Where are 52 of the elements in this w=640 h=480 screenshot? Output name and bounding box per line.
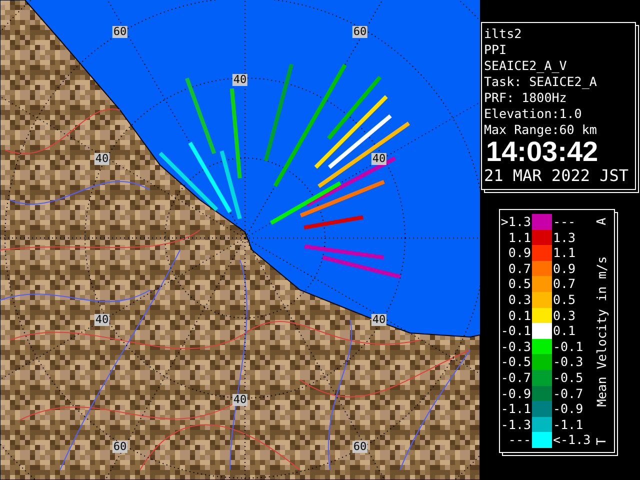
time-text: 14:03:42 xyxy=(486,138,600,166)
range-label: 60 xyxy=(112,441,128,453)
legend-value: -0.7 xyxy=(500,370,532,386)
legend-value: -0.9 xyxy=(552,401,584,417)
legend-mark: T xyxy=(594,437,608,445)
info-line: SEAICE2_A_V xyxy=(484,58,568,74)
legend-value: -0.3 xyxy=(500,338,532,354)
legend-value: -0.1 xyxy=(500,323,532,339)
legend-value: -0.9 xyxy=(500,386,532,402)
range-label: 40 xyxy=(371,153,387,165)
legend-value: 0.7 xyxy=(552,276,577,292)
range-label: 60 xyxy=(352,441,368,453)
legend-value: 1.1 xyxy=(552,245,577,261)
legend-value: 0.1 xyxy=(552,323,577,339)
info-line: ilts2 xyxy=(484,26,523,42)
legend-value: -0.7 xyxy=(552,386,584,402)
legend-value: 0.5 xyxy=(507,276,532,292)
range-label: 40 xyxy=(94,153,110,165)
info-line: Task: SEAICE2_A xyxy=(484,74,598,90)
range-label: 40 xyxy=(94,314,110,326)
legend-value: 1.1 xyxy=(507,230,532,246)
range-label: 60 xyxy=(352,26,368,38)
info-line: Elevation:1.0 xyxy=(484,106,583,122)
legend-title: Mean Velocity in m/s xyxy=(594,256,608,406)
info-line: PPI xyxy=(484,42,508,58)
legend-value: -0.5 xyxy=(500,354,532,370)
legend-value: 0.5 xyxy=(552,292,577,308)
legend-value: 0.7 xyxy=(507,260,532,276)
legend-value: -0.1 xyxy=(552,338,584,354)
range-label: 40 xyxy=(232,74,248,86)
legend-value: -1.3 xyxy=(500,416,532,432)
legend-value: 1.3 xyxy=(552,230,577,246)
legend-value: --- xyxy=(507,432,532,448)
legend-value: -1.1 xyxy=(552,416,584,432)
legend-value: 0.9 xyxy=(507,245,532,261)
legend-value: --- xyxy=(552,214,577,230)
range-label: 40 xyxy=(371,314,387,326)
range-label: 40 xyxy=(232,394,248,406)
range-label: 60 xyxy=(112,26,128,38)
legend-value: 0.3 xyxy=(507,292,532,308)
legend-mark: A xyxy=(594,217,608,225)
date-text: 21 MAR 2022 JST xyxy=(484,166,628,186)
legend-value: -0.5 xyxy=(552,370,584,386)
legend-value: 0.3 xyxy=(552,308,577,324)
legend-value: -1.1 xyxy=(500,401,532,417)
legend-value: <-1.3 xyxy=(552,432,590,448)
legend-value: -0.3 xyxy=(552,354,584,370)
info-line: Max Range:60 km xyxy=(484,122,598,138)
legend-value: 0.1 xyxy=(507,308,532,324)
legend-value: >1.3 xyxy=(500,214,532,230)
legend-value: 0.9 xyxy=(552,260,577,276)
info-line: PRF: 1800Hz xyxy=(484,90,568,106)
